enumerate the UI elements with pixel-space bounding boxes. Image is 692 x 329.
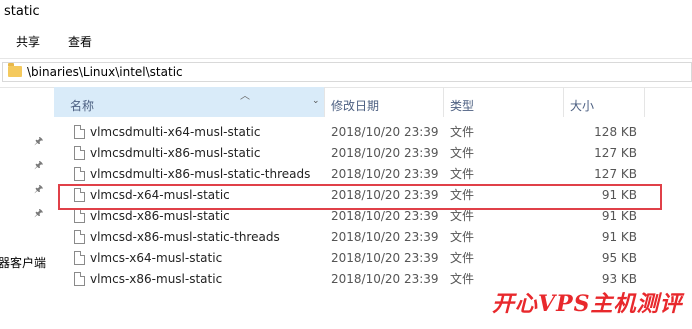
- file-name[interactable]: vlmcsdmulti-x64-musl-static: [90, 122, 260, 143]
- file-name[interactable]: vlmcsd-x86-musl-static-threads: [90, 227, 280, 248]
- column-header-type[interactable]: 类型: [450, 97, 474, 114]
- file-type: 文件: [450, 146, 475, 160]
- file-icon: [74, 167, 85, 181]
- file-size: 91 KB: [601, 230, 637, 244]
- file-icon: [74, 146, 85, 160]
- file-name[interactable]: vlmcs-x86-musl-static: [90, 269, 222, 290]
- file-date: 2018/10/20 23:39: [331, 188, 439, 202]
- pin-icon[interactable]: 🖈: [34, 185, 44, 195]
- file-size: 95 KB: [601, 251, 637, 265]
- file-name[interactable]: vlmcsdmulti-x86-musl-static-threads: [90, 164, 310, 185]
- file-name[interactable]: vlmcsd-x86-musl-static: [90, 206, 230, 227]
- file-date: 2018/10/20 23:39: [331, 125, 439, 139]
- file-date: 2018/10/20 23:39: [331, 272, 439, 286]
- file-type: 文件: [450, 167, 475, 181]
- column-divider[interactable]: [324, 87, 325, 117]
- file-list: vlmcsdmulti-x64-musl-static 2018/10/20 23…: [54, 122, 692, 290]
- file-icon: [74, 209, 85, 223]
- file-size: 127 KB: [594, 146, 637, 160]
- file-icon: [74, 251, 85, 265]
- file-name[interactable]: vlmcs-x64-musl-static: [90, 248, 222, 269]
- table-row[interactable]: vlmcs-x64-musl-static 2018/10/20 23:39 文件 9…: [54, 248, 692, 269]
- file-icon: [74, 272, 85, 286]
- file-date: 2018/10/20 23:39: [331, 230, 439, 244]
- column-header-row: ︿ 名称 ⌄ 修改日期 类型 大小: [54, 87, 692, 117]
- column-divider[interactable]: [644, 87, 645, 117]
- file-type: 文件: [450, 272, 475, 286]
- address-path[interactable]: \binaries\Linux\intel\static: [27, 65, 183, 79]
- file-type: 文件: [450, 125, 475, 139]
- table-row[interactable]: vlmcsdmulti-x86-musl-static 2018/10/20 23…: [54, 143, 692, 164]
- file-type: 文件: [450, 251, 475, 265]
- file-size: 127 KB: [594, 167, 637, 181]
- window-title: static: [4, 4, 40, 19]
- column-header-size[interactable]: 大小: [570, 97, 594, 114]
- table-row[interactable]: vlmcsdmulti-x86-musl-static-threads 2018/…: [54, 164, 692, 185]
- address-box[interactable]: \binaries\Linux\intel\static: [2, 62, 692, 82]
- sort-chevron-up-icon: ︿: [240, 91, 250, 102]
- nav-item-clipped[interactable]: 器客户端: [0, 254, 50, 271]
- folder-icon: [8, 63, 22, 77]
- file-type: 文件: [450, 230, 475, 244]
- column-divider[interactable]: [563, 87, 564, 117]
- table-row[interactable]: vlmcsdmulti-x64-musl-static 2018/10/20 23…: [54, 122, 692, 143]
- file-size: 91 KB: [601, 209, 637, 223]
- table-row[interactable]: vlmcsd-x64-musl-static 2018/10/20 23:39 文件…: [54, 185, 692, 206]
- chevron-down-icon[interactable]: ⌄: [312, 96, 320, 106]
- address-bar[interactable]: \binaries\Linux\intel\static: [0, 58, 692, 88]
- pin-icon[interactable]: 🖈: [34, 137, 44, 147]
- file-icon: [74, 125, 85, 139]
- file-date: 2018/10/20 23:39: [331, 167, 439, 181]
- pin-icon[interactable]: 🖈: [34, 161, 44, 171]
- file-name[interactable]: vlmcsd-x64-musl-static: [90, 185, 230, 206]
- name-header-selected-bg: [54, 87, 324, 117]
- file-type: 文件: [450, 188, 475, 202]
- file-icon: [74, 230, 85, 244]
- column-divider[interactable]: [443, 87, 444, 117]
- file-size: 91 KB: [601, 188, 637, 202]
- file-type: 文件: [450, 209, 475, 223]
- navigation-pane: 🖈 🖈 🖈 🖈: [0, 87, 50, 329]
- file-date: 2018/10/20 23:39: [331, 209, 439, 223]
- column-header-date[interactable]: 修改日期: [331, 97, 379, 114]
- file-icon: [74, 188, 85, 202]
- file-date: 2018/10/20 23:39: [331, 146, 439, 160]
- column-header-name[interactable]: 名称: [70, 97, 94, 114]
- watermark: 开心VPS主机测评: [492, 291, 683, 317]
- table-row[interactable]: vlmcsd-x86-musl-static 2018/10/20 23:39 文件…: [54, 206, 692, 227]
- file-size: 128 KB: [594, 125, 637, 139]
- file-date: 2018/10/20 23:39: [331, 251, 439, 265]
- file-name[interactable]: vlmcsdmulti-x86-musl-static: [90, 143, 260, 164]
- tab-share[interactable]: 共享: [16, 33, 40, 50]
- tab-view[interactable]: 查看: [68, 33, 92, 50]
- table-row[interactable]: vlmcsd-x86-musl-static-threads 2018/10/20…: [54, 227, 692, 248]
- pin-icon[interactable]: 🖈: [34, 209, 44, 219]
